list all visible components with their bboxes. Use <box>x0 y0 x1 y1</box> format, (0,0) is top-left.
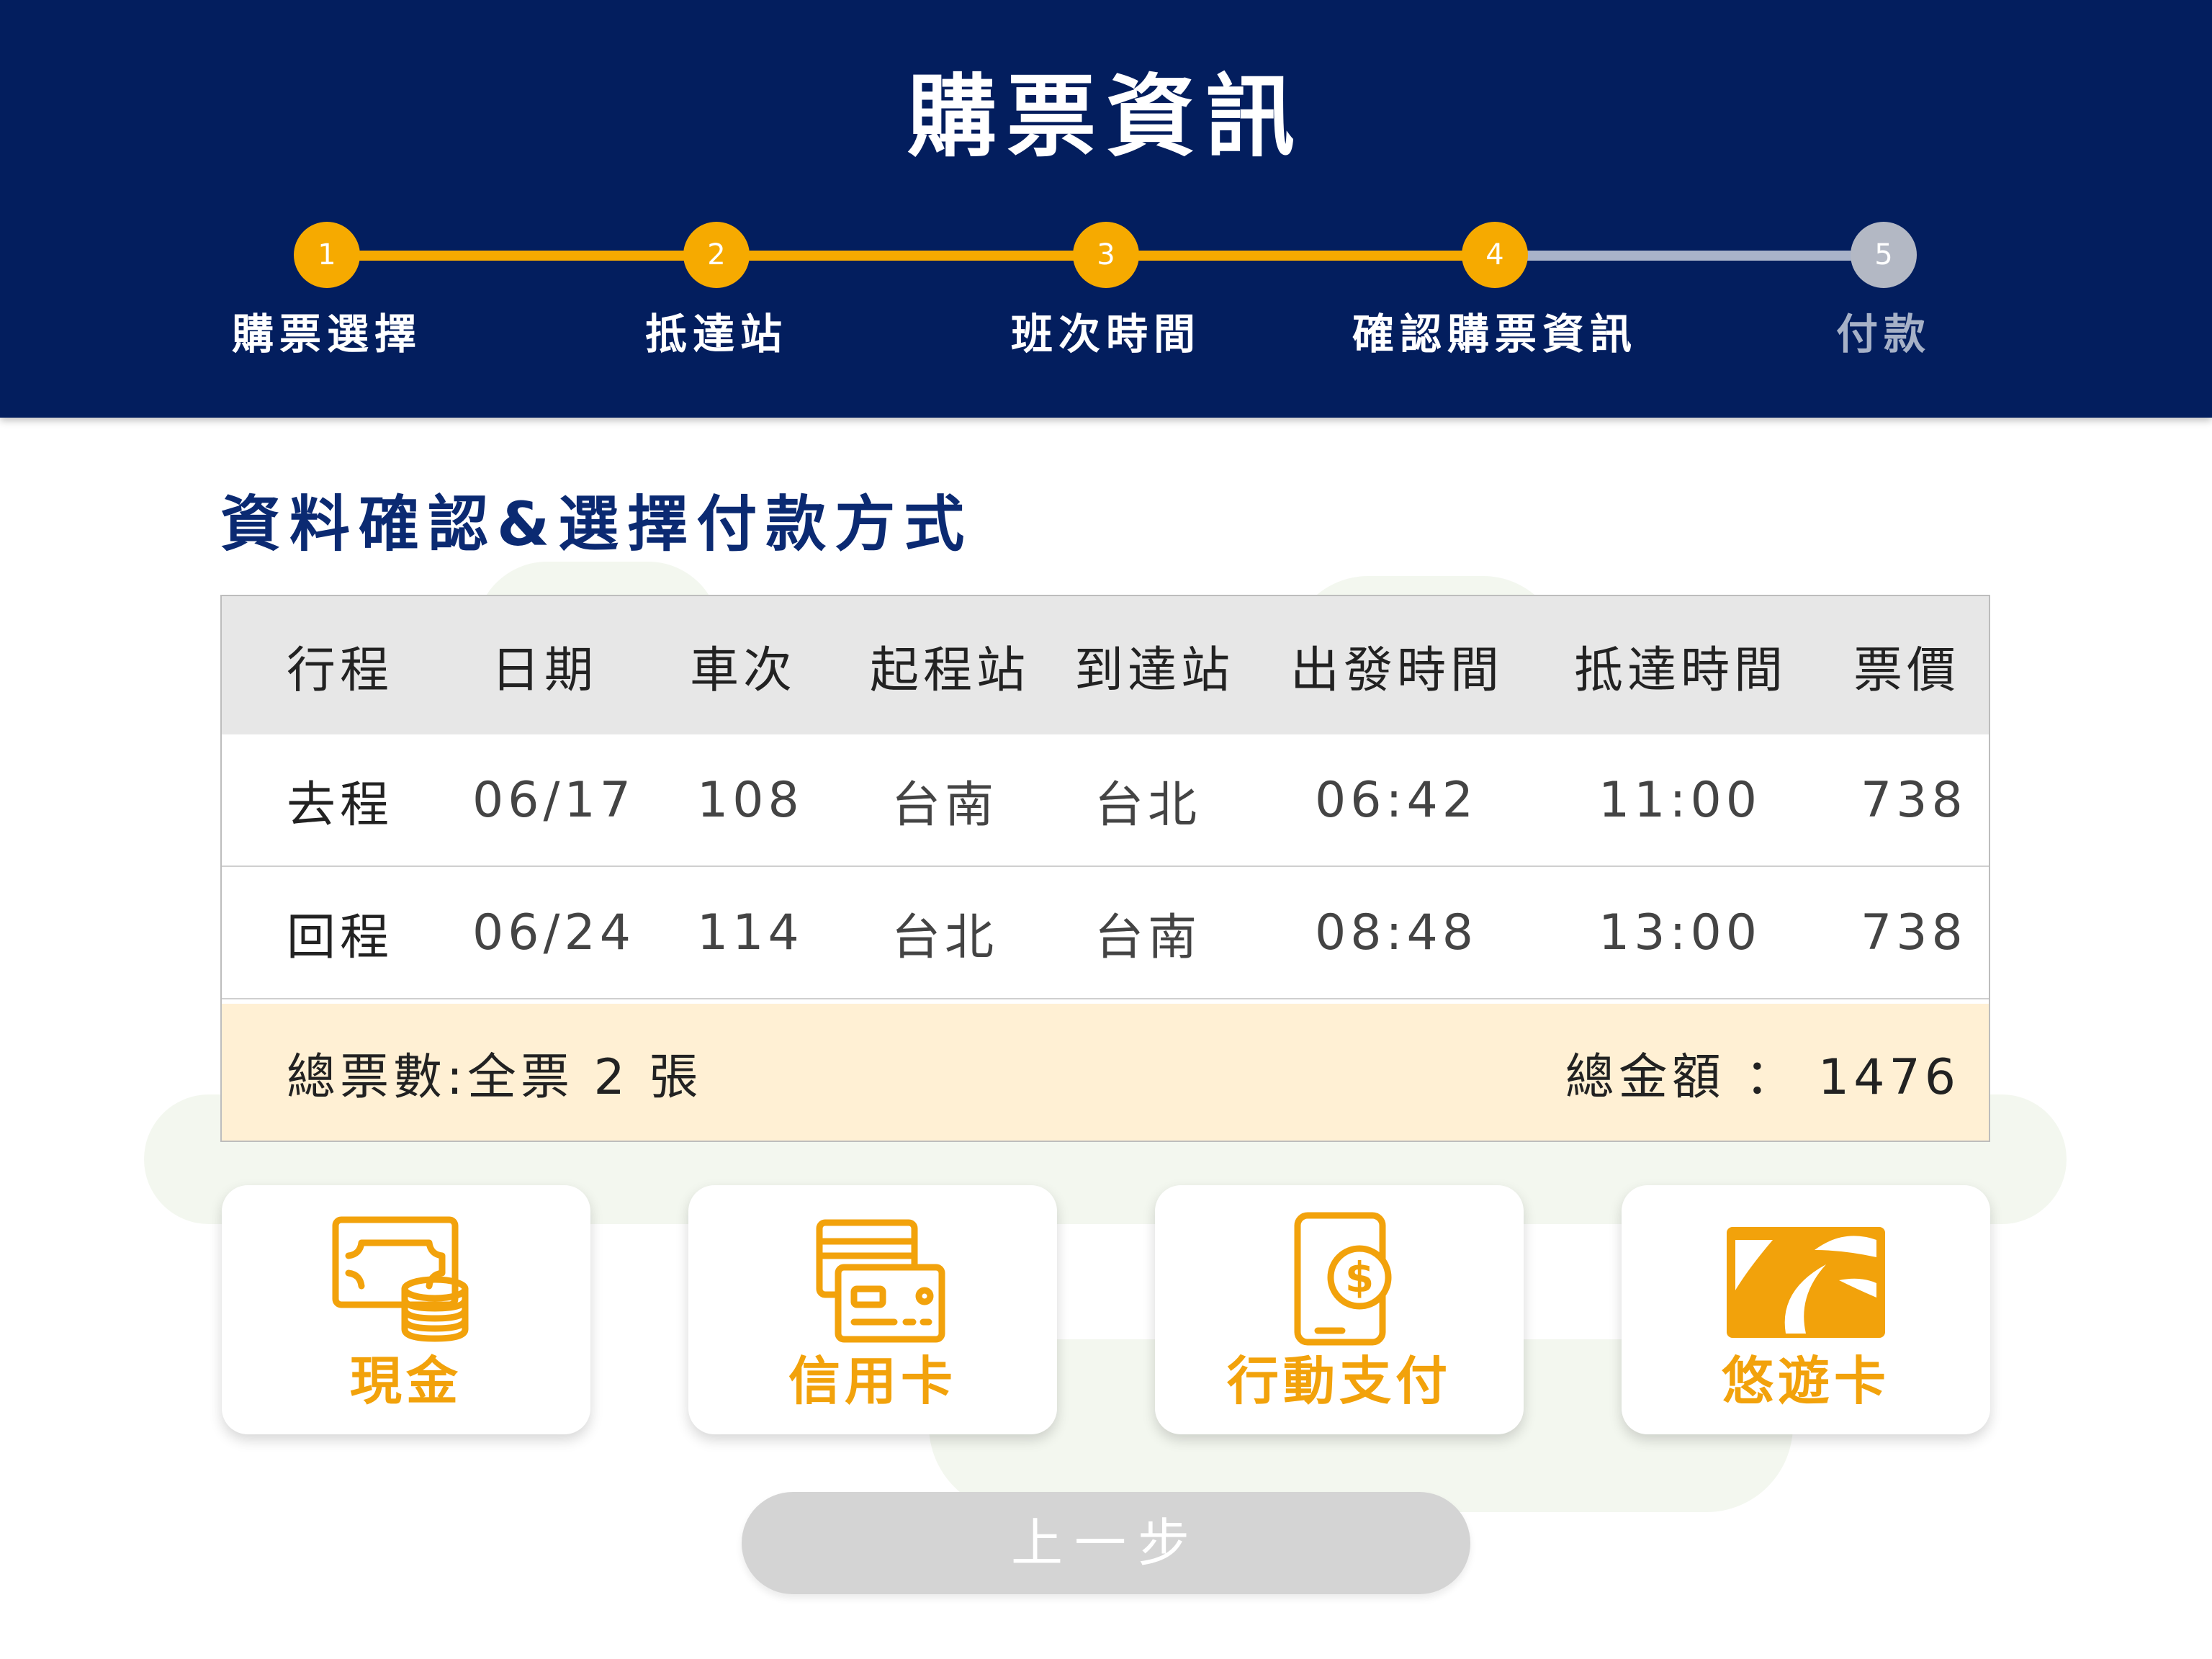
price-cell: 738 <box>1861 904 1967 961</box>
step-3-indicator: 3 <box>1073 222 1139 288</box>
ticket-summary-table: 行程 日期 車次 起程站 到達站 出發時間 抵達時間 票價 去程 06/17 1… <box>220 595 1990 1142</box>
column-header-date: 日期 <box>491 642 598 699</box>
credit-card-icon <box>816 1219 945 1343</box>
column-header-arrival-station: 到達站 <box>1074 642 1235 699</box>
price-cell: 738 <box>1861 771 1967 829</box>
progress-track-remaining <box>1495 251 1884 261</box>
train-no-cell: 108 <box>697 771 804 829</box>
pay-easycard-button[interactable]: 悠遊卡 <box>1622 1185 1990 1434</box>
pay-credit-card-label: 信用卡 <box>788 1351 957 1411</box>
departure-time-cell: 08:48 <box>1315 904 1478 961</box>
step-1-indicator: 1 <box>294 222 360 288</box>
column-header-arrival-time: 抵達時間 <box>1574 642 1788 699</box>
pay-mobile-label: 行動支付 <box>1226 1351 1452 1411</box>
column-header-train-no: 車次 <box>690 642 797 699</box>
cash-coins-icon <box>332 1216 469 1342</box>
arrival-time-cell: 13:00 <box>1599 904 1761 961</box>
step-4-indicator: 4 <box>1462 222 1528 288</box>
train-no-cell: 114 <box>697 904 804 961</box>
pay-mobile-button[interactable]: $ 行動支付 <box>1155 1185 1524 1434</box>
step-2-indicator: 2 <box>683 222 750 288</box>
step-5-label: 付款 <box>1835 310 1931 359</box>
easycard-icon <box>1727 1227 1885 1338</box>
step-1-label: 購票選擇 <box>231 310 422 359</box>
progress-track-completed <box>327 251 1495 261</box>
mobile-payment-icon: $ <box>1294 1212 1392 1346</box>
summary-row: 總票數:全票 2 張 總金額 ： 1476 <box>222 1004 1989 1141</box>
departure-station-cell: 台北 <box>891 909 999 966</box>
trip-cell: 去程 <box>287 776 394 834</box>
table-row: 回程 06/24 114 台北 台南 08:48 13:00 738 <box>222 867 1989 999</box>
column-header-departure-station: 起程站 <box>870 642 1030 699</box>
step-4-label: 確認購票資訊 <box>1352 310 1637 359</box>
arrival-station-cell: 台南 <box>1094 909 1202 966</box>
header: 購票資訊 1 2 3 4 5 購票選擇 抵達站 班次時間 確認購票資訊 付款 <box>0 0 2212 418</box>
section-title: 資料確認&選擇付款方式 <box>220 489 974 559</box>
column-header-departure-time: 出發時間 <box>1290 642 1504 699</box>
table-row: 去程 06/17 108 台南 台北 06:42 11:00 738 <box>222 734 1989 867</box>
column-header-trip: 行程 <box>287 642 394 699</box>
arrival-station-cell: 台北 <box>1094 776 1202 834</box>
svg-text:$: $ <box>1345 1253 1374 1302</box>
date-cell: 06/24 <box>472 904 635 961</box>
column-header-price: 票價 <box>1853 642 1961 699</box>
page-title: 購票資訊 <box>907 66 1305 169</box>
step-3-label: 班次時間 <box>1010 310 1201 359</box>
pay-credit-card-button[interactable]: 信用卡 <box>688 1185 1057 1434</box>
date-cell: 06/17 <box>472 771 635 829</box>
step-5-indicator: 5 <box>1851 222 1917 288</box>
step-2-label: 抵達站 <box>644 310 788 359</box>
arrival-time-cell: 11:00 <box>1599 771 1761 829</box>
departure-time-cell: 06:42 <box>1315 771 1478 829</box>
departure-station-cell: 台南 <box>891 776 999 834</box>
back-button[interactable]: 上一步 <box>742 1492 1470 1594</box>
pay-easycard-label: 悠遊卡 <box>1721 1351 1890 1411</box>
total-amount: 總金額 ： 1476 <box>1565 1048 1960 1106</box>
table-header-row: 行程 日期 車次 起程站 到達站 出發時間 抵達時間 票價 <box>222 596 1989 736</box>
ticket-count: 總票數:全票 2 張 <box>287 1048 703 1106</box>
trip-cell: 回程 <box>287 909 394 966</box>
pay-cash-label: 現金 <box>349 1351 462 1411</box>
pay-cash-button[interactable]: 現金 <box>222 1185 590 1434</box>
